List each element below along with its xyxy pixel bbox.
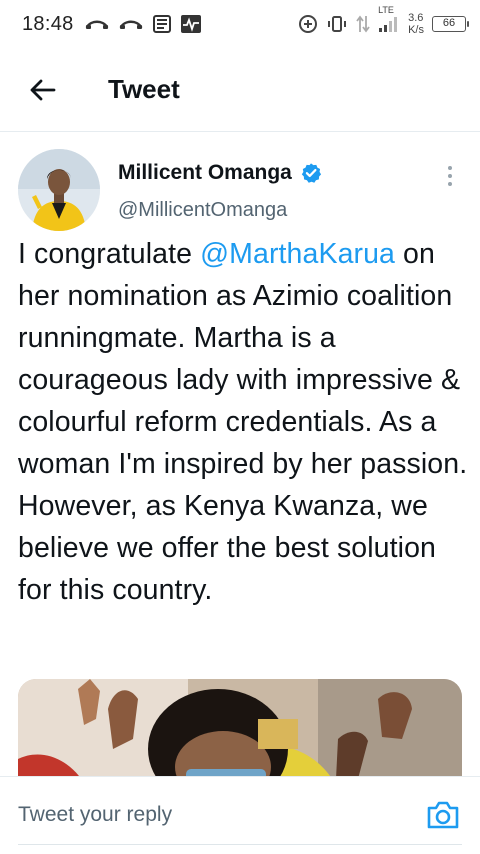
status-time: 18:48 xyxy=(22,12,74,35)
vibrate-icon xyxy=(326,14,348,34)
data-arrows-icon xyxy=(356,14,370,34)
signal-icon: LTE xyxy=(378,5,400,34)
author-handle[interactable]: @MillicentOmanga xyxy=(118,199,287,222)
call-icon xyxy=(118,16,144,32)
tweet-text: I congratulate @MarthaKarua on her nomin… xyxy=(18,233,468,611)
author-name[interactable]: Millicent Omanga xyxy=(118,161,292,185)
reply-divider xyxy=(18,844,462,845)
reply-bar: Tweet your reply xyxy=(0,776,480,854)
author-name-line: Millicent Omanga xyxy=(118,161,322,185)
data-saver-icon xyxy=(298,14,318,34)
battery-icon: 66 xyxy=(432,16,469,32)
missed-call-icon xyxy=(84,16,110,32)
status-bar: 18:48 LTE 3.6 K/s 66 xyxy=(0,0,480,48)
news-icon xyxy=(152,14,172,34)
verified-badge-icon xyxy=(301,163,321,183)
mention-link[interactable]: @MarthaKarua xyxy=(200,238,395,270)
more-dot-icon xyxy=(448,166,452,170)
camera-button[interactable] xyxy=(426,799,460,831)
battery-level: 66 xyxy=(442,17,456,29)
network-type-label: LTE xyxy=(378,5,394,15)
more-options-button[interactable] xyxy=(442,161,458,191)
notification-icons xyxy=(84,14,202,34)
activity-icon xyxy=(180,14,202,34)
more-dot-icon xyxy=(448,182,452,186)
system-status: LTE 3.6 K/s 66 xyxy=(298,5,469,36)
network-speed: 3.6 K/s xyxy=(408,12,424,36)
speed-unit: K/s xyxy=(408,24,424,36)
tweet-detail: Millicent Omanga @MillicentOmanga I cong… xyxy=(0,133,480,789)
app-header: Tweet xyxy=(0,48,480,132)
tweet-media-image[interactable] xyxy=(18,679,462,789)
more-dot-icon xyxy=(448,174,452,178)
tweet-text-body: on her nomination as Azimio coalition ru… xyxy=(18,238,468,606)
arrow-left-icon xyxy=(30,79,56,100)
camera-icon xyxy=(427,801,459,829)
avatar[interactable] xyxy=(18,149,100,231)
reply-input[interactable]: Tweet your reply xyxy=(18,803,172,827)
page-title: Tweet xyxy=(108,74,180,104)
back-button[interactable] xyxy=(20,68,64,112)
tweet-author-row: Millicent Omanga @MillicentOmanga xyxy=(0,133,480,231)
speed-value: 3.6 xyxy=(408,12,424,24)
tweet-text-intro: I congratulate xyxy=(18,238,201,270)
